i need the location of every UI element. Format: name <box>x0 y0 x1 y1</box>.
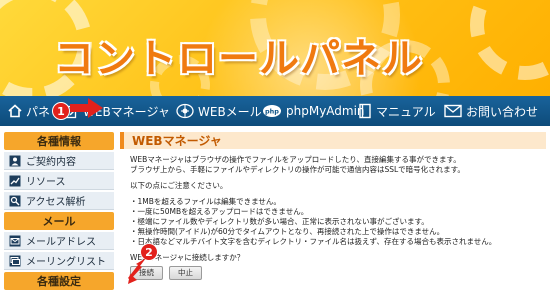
notice-item: ・一度に50MBを超えるアップロードはできません。 <box>130 207 309 216</box>
cancel-button[interactable]: 中止 <box>169 266 202 280</box>
nav-label: WEBメール <box>198 104 262 119</box>
sidebar-item-label: リソース <box>26 177 66 188</box>
header-banner: コントロールパネル <box>0 0 550 96</box>
globe-icon <box>176 103 194 119</box>
section-title: WEBマネージャ <box>120 132 546 149</box>
step-marker-1: 1 <box>52 102 70 120</box>
sidebar-heading: 各種設定 <box>4 272 114 290</box>
sidebar-item-label: メールアドレス <box>26 237 96 248</box>
mail-list-icon <box>8 255 22 267</box>
sidebar: 各種情報 ご契約内容 リソース アクセス解析 メール メールアドレス メーリング… <box>4 132 114 292</box>
sidebar-item-resources[interactable]: リソース <box>4 172 114 190</box>
sidebar-item-label: ご契約内容 <box>26 157 76 168</box>
user-icon <box>8 155 22 167</box>
description-line: ブラウザ上から、手軽にファイルやディレクトリの操作が可能で通信内容はSSLで暗号… <box>130 165 465 174</box>
connect-prompt: WEBマネージャに接続しますか？ <box>130 253 245 262</box>
notice-heading: 以下の点にご注意ください。 <box>130 181 228 190</box>
nav-label: パネ <box>26 104 51 119</box>
mail-icon <box>8 235 22 247</box>
sidebar-heading: 各種情報 <box>4 132 114 150</box>
sidebar-item-label: アクセス解析 <box>26 197 86 208</box>
php-icon: php <box>262 103 282 119</box>
notice-item: ・無操作時間(アイドル)が60分でタイムアウトとなり、再接続された上で操作はでき… <box>130 227 445 236</box>
sidebar-item-mail-address[interactable]: メールアドレス <box>4 232 114 250</box>
sidebar-heading: メール <box>4 212 114 230</box>
main-panel: WEBマネージャ WEBマネージャはブラウザの操作でファイルをアップロードしたり… <box>120 132 546 293</box>
chart-icon <box>8 175 22 187</box>
home-icon <box>8 104 22 118</box>
sidebar-item-mailing-list[interactable]: メーリングリスト <box>4 252 114 270</box>
nav-item-web-mail[interactable]: WEBメール <box>176 96 262 126</box>
sidebar-item-contract[interactable]: ご契約内容 <box>4 152 114 170</box>
page-title: コントロールパネル <box>54 36 423 82</box>
nav-item-phpmyadmin[interactable]: php phpMyAdmin <box>262 96 365 126</box>
nav-label: phpMyAdmin <box>286 104 365 118</box>
notice-item: ・日本語などマルチバイト文字を含むディレクトリ・ファイル名は扱えず、存在する場合… <box>130 237 497 246</box>
description: WEBマネージャはブラウザの操作でファイルをアップロードしたり、直接編集する事が… <box>120 149 546 263</box>
arrow-icon <box>70 98 103 118</box>
description-line: WEBマネージャはブラウザの操作でファイルをアップロードしたり、直接編集する事が… <box>130 155 461 164</box>
notice-item: ・1MBを超えるファイルは編集できません。 <box>130 197 281 206</box>
mail-icon <box>444 104 462 118</box>
sidebar-item-access-analysis[interactable]: アクセス解析 <box>4 192 114 210</box>
nav-label: お問い合わせ <box>466 104 539 119</box>
svg-text:php: php <box>265 108 279 116</box>
book-icon <box>358 103 372 119</box>
search-icon <box>8 195 22 207</box>
notice-item: ・極端にファイル数やディレクトリ数が多い場合、正常に表示されない事がございます。 <box>130 217 429 226</box>
nav-item-manual[interactable]: マニュアル <box>358 96 444 126</box>
nav-item-contact[interactable]: お問い合わせ <box>444 96 544 126</box>
sidebar-item-label: メーリングリスト <box>26 257 106 268</box>
nav-label: マニュアル <box>376 104 436 119</box>
gear-decoration-icon <box>470 0 550 80</box>
arrow-icon <box>128 258 146 284</box>
